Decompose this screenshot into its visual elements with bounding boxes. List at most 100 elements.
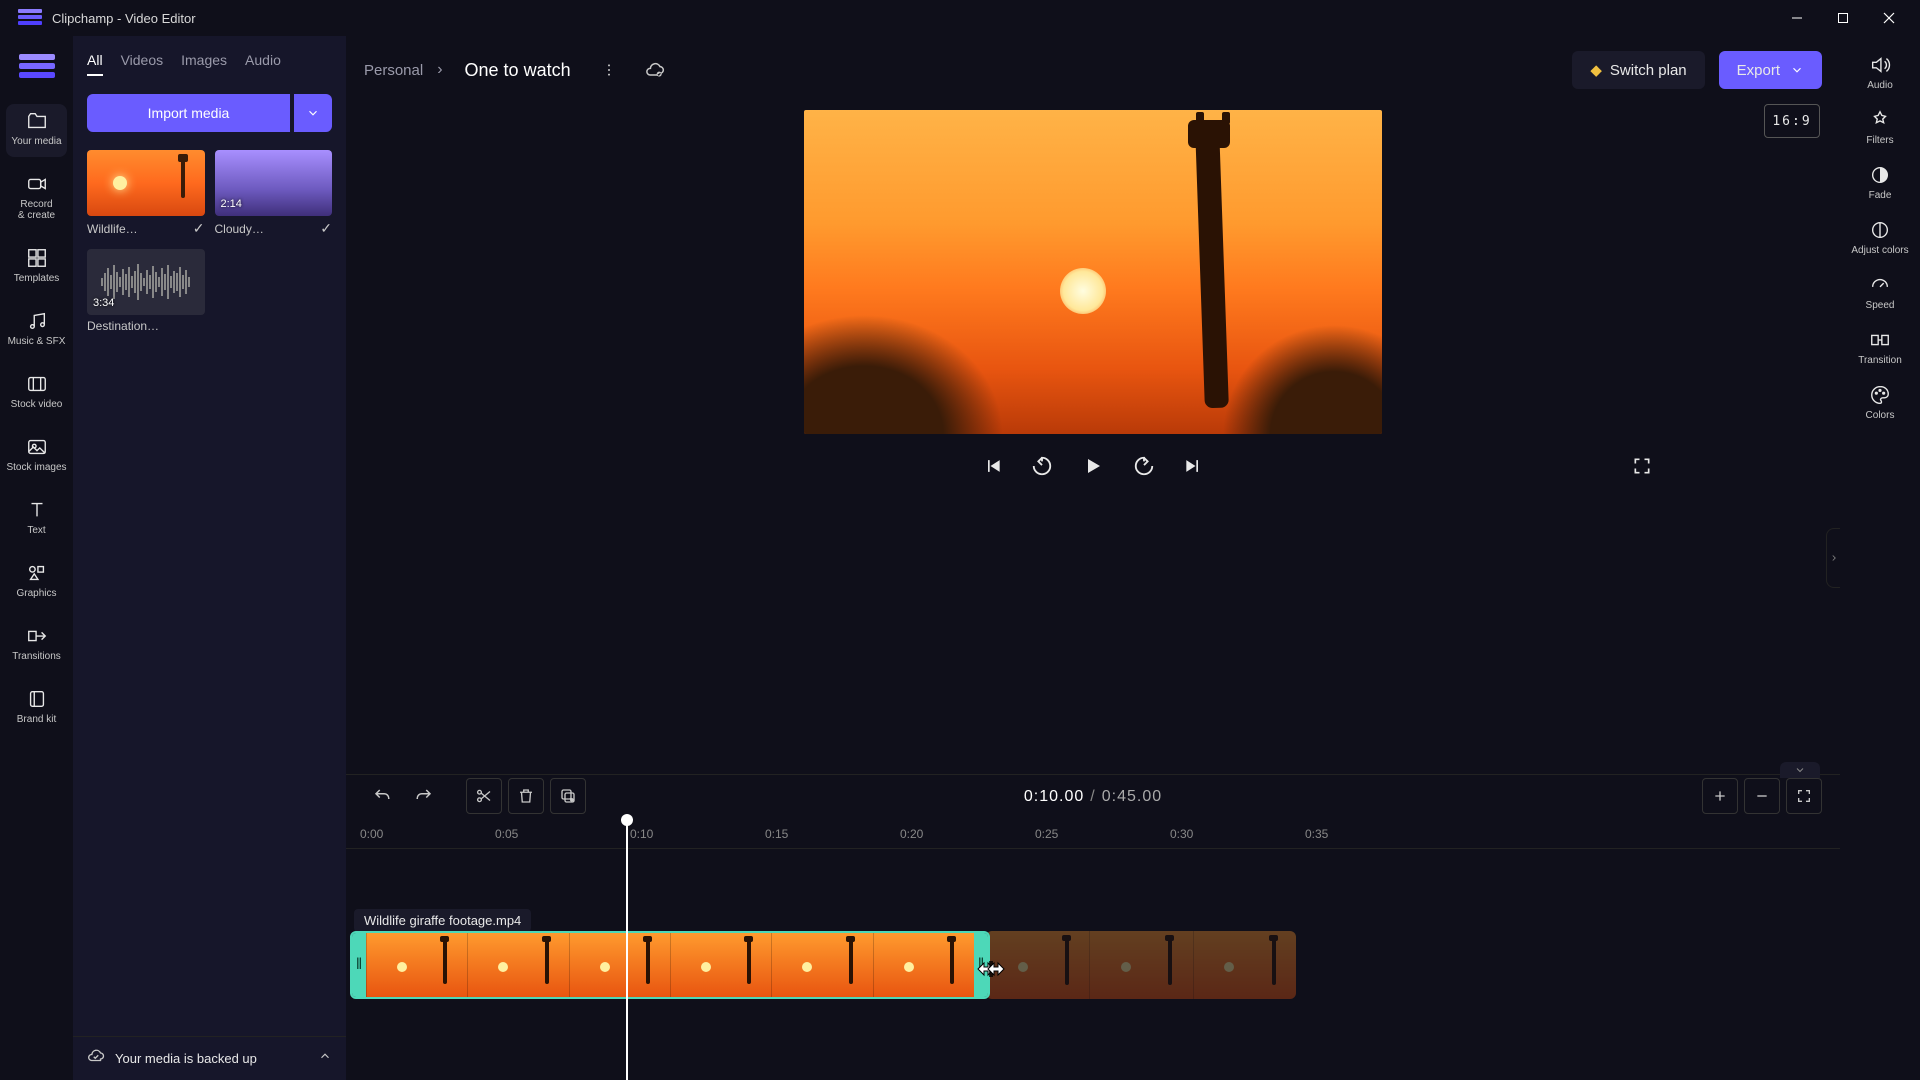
sidebar-label: Text	[27, 525, 45, 536]
palette-icon	[1869, 384, 1891, 406]
media-duration: 3:34	[93, 297, 114, 309]
clip-trim-handle-right[interactable]: ‖	[974, 933, 988, 997]
zoom-out-button[interactable]	[1744, 778, 1780, 814]
skip-end-button[interactable]	[1183, 456, 1203, 481]
right-item-transition[interactable]: Transition	[1858, 329, 1902, 366]
backup-status-text: Your media is backed up	[115, 1051, 257, 1066]
skip-start-button[interactable]	[983, 456, 1003, 481]
zoom-in-button[interactable]	[1702, 778, 1738, 814]
cloud-check-icon	[87, 1047, 105, 1070]
backup-status-bar[interactable]: Your media is backed up	[73, 1036, 346, 1080]
more-options-button[interactable]	[593, 54, 625, 86]
current-time: 0:10.00	[1024, 788, 1084, 805]
duplicate-button[interactable]	[550, 778, 586, 814]
import-media-dropdown[interactable]	[294, 94, 332, 132]
right-item-audio[interactable]: Audio	[1867, 54, 1893, 91]
adjust-icon	[1869, 219, 1891, 241]
right-item-adjust-colors[interactable]: Adjust colors	[1851, 219, 1908, 256]
fullscreen-button[interactable]	[1632, 456, 1652, 481]
tab-videos[interactable]: Videos	[121, 52, 164, 76]
tab-audio[interactable]: Audio	[245, 52, 281, 76]
project-name-input[interactable]: One to watch	[457, 56, 579, 85]
tab-images[interactable]: Images	[181, 52, 227, 76]
shapes-icon	[26, 562, 48, 584]
dots-vertical-icon	[601, 62, 617, 78]
right-item-colors[interactable]: Colors	[1866, 384, 1895, 421]
playback-controls	[804, 440, 1382, 496]
sidebar-label: Templates	[14, 273, 60, 284]
chevron-right-icon	[1829, 553, 1839, 563]
speed-icon	[1869, 274, 1891, 296]
forward-button[interactable]	[1133, 455, 1155, 482]
timeline-tracks[interactable]: Wildlife giraffe footage.mp4 ‖	[346, 849, 1840, 1080]
brandkit-icon	[26, 688, 48, 710]
media-item-cloudy[interactable]: 2:14 Cloudy… ✓	[215, 150, 333, 237]
delete-button[interactable]	[508, 778, 544, 814]
switch-plan-button[interactable]: ◆ Switch plan	[1572, 51, 1704, 89]
timeline-ruler[interactable]: 0:00 0:05 0:10 0:15 0:20 0:25 0:30 0:35	[346, 817, 1840, 849]
check-icon: ✓	[193, 220, 205, 237]
speaker-icon	[1869, 54, 1891, 76]
media-item-wildlife[interactable]: Wildlife… ✓	[87, 150, 205, 237]
maximize-button[interactable]	[1820, 0, 1866, 36]
ruler-tick: 0:15	[765, 827, 788, 841]
media-panel: All Videos Images Audio Import media Wil…	[73, 36, 346, 1080]
aspect-ratio-button[interactable]: 16:9	[1764, 104, 1820, 138]
sidebar-label: Record & create	[18, 199, 55, 221]
close-button[interactable]	[1866, 0, 1912, 36]
zoom-fit-button[interactable]	[1786, 778, 1822, 814]
sidebar-item-your-media[interactable]: Your media	[6, 104, 67, 157]
clip-trim-handle-left[interactable]: ‖	[352, 933, 366, 997]
switch-plan-label: Switch plan	[1610, 62, 1687, 79]
camera-icon	[26, 173, 48, 195]
sidebar-item-brand-kit[interactable]: Brand kit	[0, 682, 73, 735]
cloud-sync-button[interactable]	[639, 54, 671, 86]
right-item-label: Speed	[1866, 300, 1895, 311]
diamond-icon: ◆	[1590, 61, 1602, 79]
media-tabs: All Videos Images Audio	[73, 36, 346, 84]
undo-button[interactable]	[364, 778, 400, 814]
tab-all[interactable]: All	[87, 52, 103, 76]
check-icon: ✓	[320, 220, 332, 237]
sidebar-item-graphics[interactable]: Graphics	[0, 556, 73, 609]
chevron-right-icon: ›	[437, 61, 442, 79]
export-button[interactable]: Export	[1719, 51, 1822, 89]
left-sidebar: Your media Record & create Templates Mus…	[0, 36, 73, 1080]
chevron-up-icon[interactable]	[318, 1049, 332, 1068]
breadcrumb-root[interactable]: Personal	[364, 62, 423, 79]
sidebar-item-stock-images[interactable]: Stock images	[0, 430, 73, 483]
import-media-button[interactable]: Import media	[87, 94, 290, 132]
media-duration: 2:14	[221, 198, 242, 210]
redo-button[interactable]	[406, 778, 442, 814]
rewind-button[interactable]	[1031, 455, 1053, 482]
templates-icon	[26, 247, 48, 269]
split-button[interactable]	[466, 778, 502, 814]
right-item-fade[interactable]: Fade	[1869, 164, 1892, 201]
waveform-icon	[101, 262, 190, 302]
export-label: Export	[1737, 62, 1780, 79]
cloud-sync-icon	[645, 60, 665, 80]
sidebar-label: Brand kit	[17, 714, 56, 725]
sidebar-label: Transitions	[12, 651, 61, 662]
sidebar-item-record-create[interactable]: Record & create	[0, 167, 73, 231]
sidebar-item-stock-video[interactable]: Stock video	[0, 367, 73, 420]
ruler-tick: 0:25	[1035, 827, 1058, 841]
right-item-speed[interactable]: Speed	[1866, 274, 1895, 311]
right-item-filters[interactable]: Filters	[1866, 109, 1893, 146]
sidebar-item-text[interactable]: Text	[0, 493, 73, 546]
minimize-button[interactable]	[1774, 0, 1820, 36]
right-item-label: Transition	[1858, 355, 1902, 366]
sidebar-item-transitions[interactable]: Transitions	[0, 619, 73, 672]
media-item-destination[interactable]: 3:34 Destination…	[87, 249, 205, 333]
sidebar-label: Your media	[11, 136, 61, 147]
collapse-right-panel-button[interactable]	[1826, 528, 1840, 588]
ruler-tick: 0:10	[630, 827, 653, 841]
play-button[interactable]	[1081, 454, 1105, 483]
timeline-clip[interactable]: ‖ ‖	[350, 931, 990, 999]
ruler-tick: 0:30	[1170, 827, 1193, 841]
playhead[interactable]	[626, 817, 628, 1080]
top-bar: Personal › One to watch ◆ Switch plan Ex…	[346, 36, 1840, 104]
sidebar-item-templates[interactable]: Templates	[0, 241, 73, 294]
video-preview[interactable]	[804, 110, 1382, 434]
sidebar-item-music-sfx[interactable]: Music & SFX	[0, 304, 73, 357]
